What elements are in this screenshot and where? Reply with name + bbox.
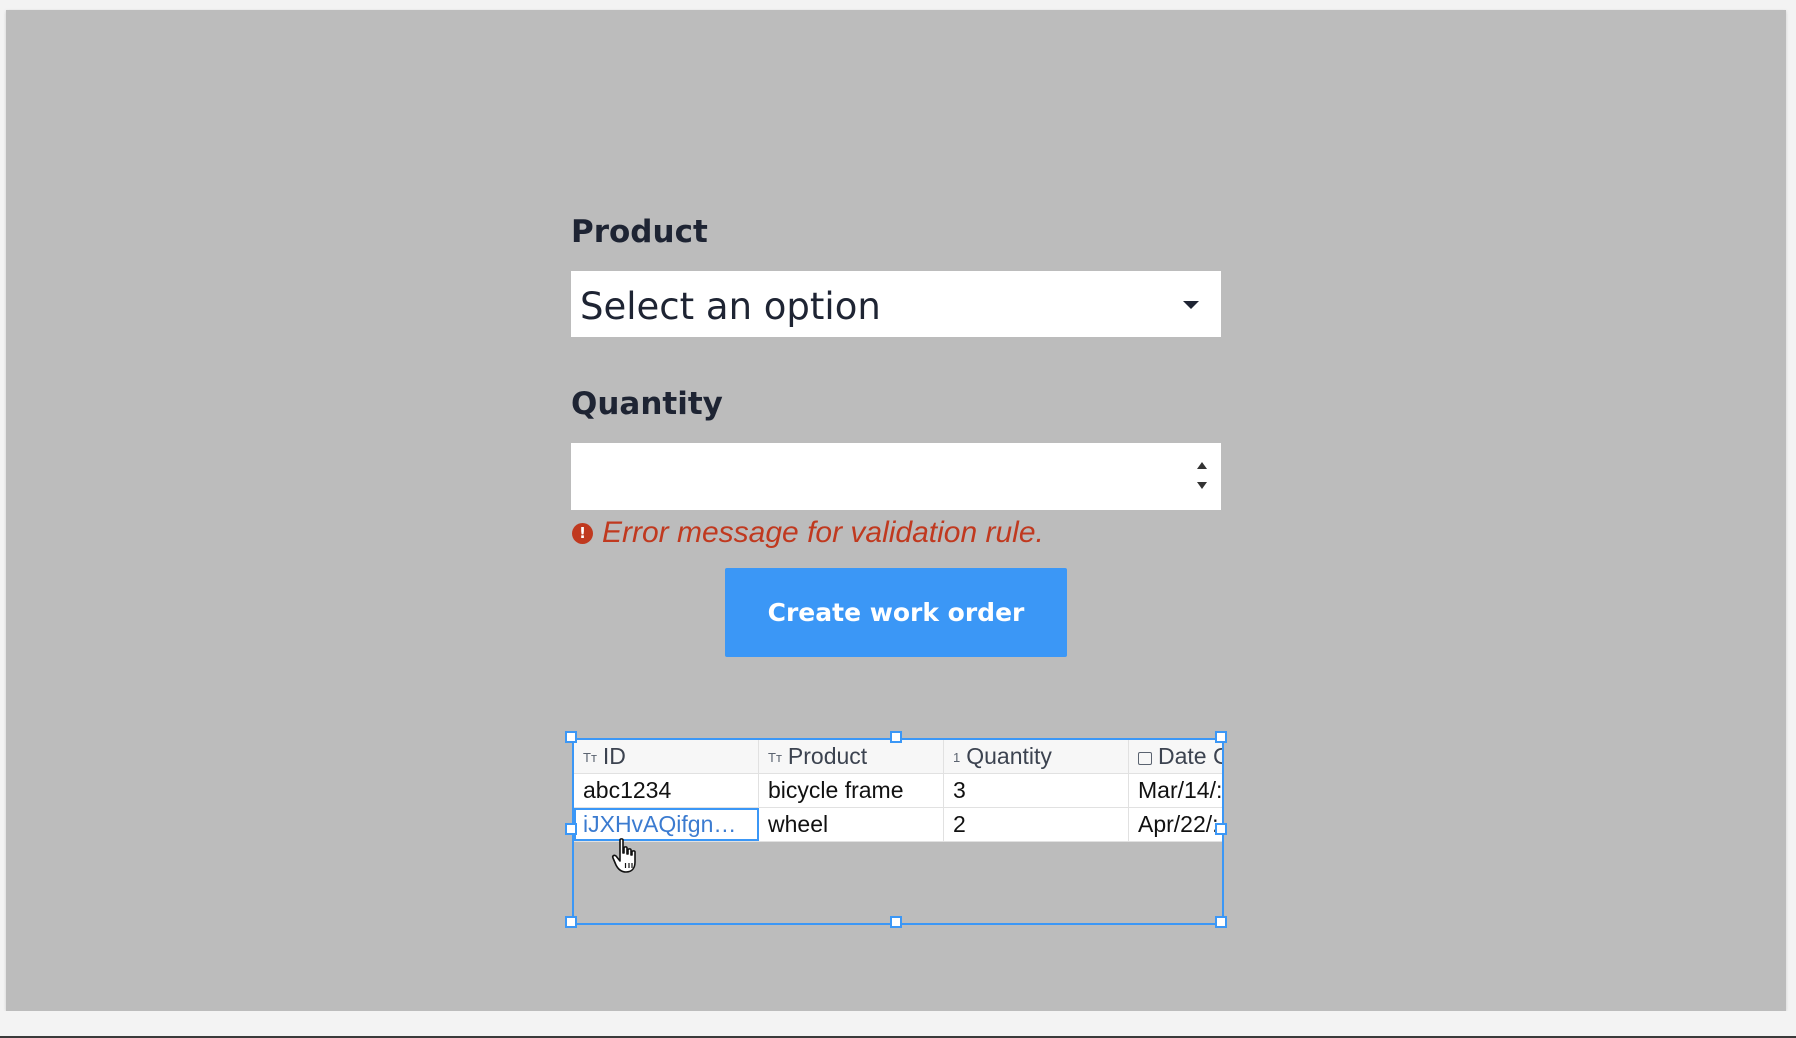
resize-handle-bottom-left[interactable] (565, 916, 577, 928)
resize-handle-top-right[interactable] (1215, 731, 1227, 743)
product-select[interactable]: Select an option (571, 271, 1221, 337)
decrement-icon[interactable] (1197, 482, 1207, 489)
error-icon: ! (572, 523, 593, 544)
bottom-strip (0, 1011, 1796, 1038)
resize-handle-right[interactable] (1215, 823, 1227, 835)
error-message: Error message for validation rule. (602, 516, 1044, 549)
resize-handle-left[interactable] (565, 823, 577, 835)
quantity-label: Quantity (571, 386, 723, 422)
resize-handle-bottom-right[interactable] (1215, 916, 1227, 928)
quantity-stepper[interactable] (1195, 458, 1209, 496)
hand-cursor-icon (611, 838, 636, 873)
create-work-order-button[interactable]: Create work order (725, 568, 1067, 657)
quantity-input[interactable] (571, 443, 1221, 510)
resize-handle-top[interactable] (890, 731, 902, 743)
product-label: Product (571, 214, 708, 250)
product-select-value: Select an option (580, 285, 881, 328)
increment-icon[interactable] (1197, 462, 1207, 469)
resize-handle-bottom[interactable] (890, 916, 902, 928)
chevron-down-icon (1183, 301, 1199, 309)
selection-frame (572, 738, 1224, 925)
resize-handle-top-left[interactable] (565, 731, 577, 743)
